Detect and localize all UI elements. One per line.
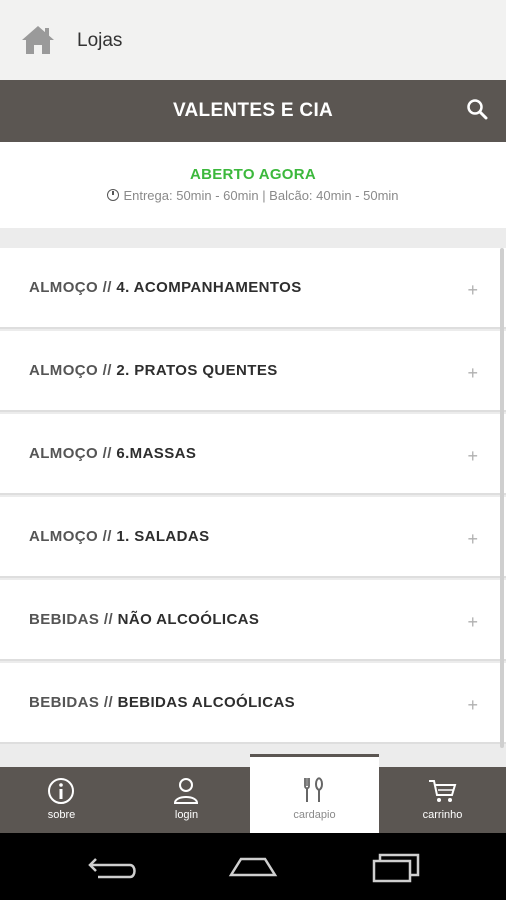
plus-icon[interactable]: +: [467, 696, 478, 714]
tab-label: carrinho: [422, 809, 463, 821]
plus-icon[interactable]: +: [467, 447, 478, 465]
back-icon[interactable]: [86, 851, 142, 883]
plus-icon[interactable]: +: [467, 613, 478, 631]
top-bar-title: Lojas: [77, 30, 123, 51]
store-name: VALENTES E CIA: [172, 100, 334, 121]
tab-carrinho[interactable]: carrinho: [379, 767, 506, 833]
open-now-label: ABERTO AGORA: [189, 166, 317, 183]
recent-apps-icon[interactable]: [368, 851, 424, 883]
tab-label: sobre: [47, 809, 76, 821]
menu-item-name: BEBIDAS ALCOÓLICAS: [117, 694, 296, 711]
home-nav-icon[interactable]: [225, 851, 281, 883]
store-status: ABERTO AGORA Entrega: 50min - 60min | Ba…: [0, 142, 506, 228]
menu-item-category: ALMOÇO: [29, 362, 99, 379]
menu-item-separator: //: [102, 445, 112, 462]
menu-item-name: NÃO ALCOÓLICAS: [117, 611, 260, 628]
menu-item-label: ALMOÇO // 1. SALADAS: [29, 528, 210, 545]
menu-item[interactable]: ALMOÇO // 4. ACOMPANHAMENTOS +: [0, 248, 506, 329]
menu-item-separator: //: [103, 611, 114, 628]
menu-item[interactable]: ALMOÇO // 1. SALADAS +: [0, 497, 506, 578]
menu-item-label: BEBIDAS // BEBIDAS ALCOÓLICAS: [29, 694, 295, 711]
menu-item-category: ALMOÇO: [29, 528, 99, 545]
menu-item-label: ALMOÇO // 6.MASSAS: [29, 445, 196, 462]
menu-item-name: 6.MASSAS: [116, 445, 197, 462]
plus-icon[interactable]: +: [467, 530, 478, 548]
menu-item-name: 2. PRATOS QUENTES: [116, 362, 278, 379]
menu-item-name: 1. SALADAS: [116, 528, 210, 545]
section-divider: [0, 228, 506, 248]
menu-list: ALMOÇO // 4. ACOMPANHAMENTOS + ALMOÇO //…: [0, 248, 506, 767]
menu-item-label: BEBIDAS // NÃO ALCOÓLICAS: [29, 611, 259, 628]
tab-label: cardapio: [293, 809, 336, 821]
cart-icon: [429, 780, 457, 802]
user-icon: [173, 778, 199, 804]
menu-item-separator: //: [102, 362, 112, 379]
menu-item-label: ALMOÇO // 4. ACOMPANHAMENTOS: [29, 279, 302, 296]
info-icon: [48, 778, 74, 804]
menu-item-category: BEBIDAS: [29, 694, 100, 711]
menu-item-label: ALMOÇO // 2. PRATOS QUENTES: [29, 362, 278, 379]
plus-icon[interactable]: +: [467, 364, 478, 382]
menu-item-category: ALMOÇO: [29, 445, 99, 462]
menu-item-name: 4. ACOMPANHAMENTOS: [116, 279, 302, 296]
android-nav-bar: [0, 833, 506, 900]
tab-label: login: [174, 809, 199, 821]
delivery-info-text: Entrega: 50min - 60min | Balcão: 40min -…: [123, 188, 399, 203]
tab-cardapio[interactable]: cardapio: [250, 754, 379, 833]
menu-item[interactable]: BEBIDAS // NÃO ALCOÓLICAS +: [0, 580, 506, 661]
home-icon[interactable]: [20, 24, 56, 56]
delivery-info: Entrega: 50min - 60min | Balcão: 40min -…: [0, 188, 506, 203]
scrollbar[interactable]: [500, 248, 504, 748]
top-bar: Lojas: [0, 0, 506, 80]
menu-item-separator: //: [103, 694, 114, 711]
menu-item[interactable]: ALMOÇO // 6.MASSAS +: [0, 414, 506, 495]
cutlery-icon: [304, 777, 323, 802]
menu-item-category: ALMOÇO: [29, 279, 99, 296]
tab-login[interactable]: login: [123, 767, 250, 833]
menu-item[interactable]: ALMOÇO // 2. PRATOS QUENTES +: [0, 331, 506, 412]
clock-icon: [107, 189, 120, 201]
menu-item-separator: //: [102, 279, 112, 296]
menu-item-separator: //: [102, 528, 112, 545]
bottom-tab-bar: sobre login cardapio carrinho: [0, 754, 506, 833]
search-icon[interactable]: [466, 98, 488, 120]
menu-item-category: BEBIDAS: [29, 611, 100, 628]
tab-sobre[interactable]: sobre: [0, 767, 123, 833]
plus-icon[interactable]: +: [467, 281, 478, 299]
store-header: VALENTES E CIA: [0, 80, 506, 142]
menu-item[interactable]: BEBIDAS // BEBIDAS ALCOÓLICAS +: [0, 663, 506, 744]
